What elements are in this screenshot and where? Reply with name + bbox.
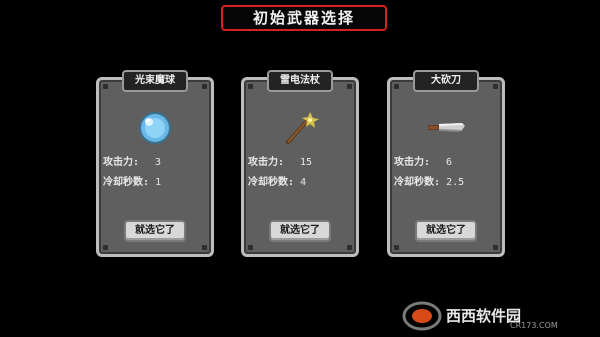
weapon-stats: 攻击力: 6 冷却秒数: 2.5 [394,153,504,193]
cooldown-label: 冷却秒数: [394,177,441,188]
rivet [202,245,207,250]
rivet [493,245,498,250]
cooldown-stat: 冷却秒数: 4 [248,173,358,193]
cooldown-value: 1 [155,177,162,188]
weapon-card-staff: 雷电法杖 攻击力: 15 冷却秒数: 4 就选它了 [241,70,359,257]
cooldown-label: 冷却秒数: [248,177,295,188]
weapon-stats: 攻击力: 3 冷却秒数: 1 [103,153,213,193]
rivet [103,245,108,250]
attack-label: 攻击力: [103,157,140,168]
staff-icon [285,112,319,145]
cooldown-value: 4 [300,177,307,188]
rivet [394,84,399,89]
cooldown-stat: 冷却秒数: 1 [103,173,213,193]
machete-icon [428,123,465,132]
attack-label: 攻击力: [248,157,285,168]
game-screen: 初始武器选择 光束魔球 攻击力: 3 冷却秒数: 1 就选它了 雷电法杖 攻击力… [0,0,600,337]
cooldown-stat: 冷却秒数: 2.5 [394,173,504,193]
rivet [347,245,352,250]
attack-stat: 攻击力: 3 [103,153,213,173]
weapon-name: 光束魔球 [122,70,188,92]
rivet [248,84,253,89]
choose-button[interactable]: 就选它了 [415,220,477,242]
watermark-url: CR173.COM [510,321,558,330]
weapon-card-orb: 光束魔球 攻击力: 3 冷却秒数: 1 就选它了 [96,70,214,257]
weapon-name: 大砍刀 [413,70,479,92]
cooldown-value: 2.5 [446,177,465,188]
attack-value: 6 [446,157,453,168]
rivet [493,84,498,89]
attack-stat: 攻击力: 6 [394,153,504,173]
rivet [103,84,108,89]
attack-label: 攻击力: [394,157,431,168]
weapon-name: 雷电法杖 [267,70,333,92]
attack-value: 3 [155,157,162,168]
weapon-stats: 攻击力: 15 冷却秒数: 4 [248,153,358,193]
cooldown-label: 冷却秒数: [103,177,150,188]
rivet [202,84,207,89]
weapon-card-machete: 大砍刀 攻击力: 6 冷却秒数: 2.5 就选它了 [387,70,505,257]
orb-icon [139,112,171,144]
page-title: 初始武器选择 [221,5,387,31]
rivet [248,245,253,250]
choose-button[interactable]: 就选它了 [124,220,186,242]
choose-button[interactable]: 就选它了 [269,220,331,242]
watermark-logo: 西西软件园 CR173.COM [402,301,558,331]
rivet [347,84,352,89]
attack-stat: 攻击力: 15 [248,153,358,173]
attack-value: 15 [300,157,313,168]
rivet [394,245,399,250]
